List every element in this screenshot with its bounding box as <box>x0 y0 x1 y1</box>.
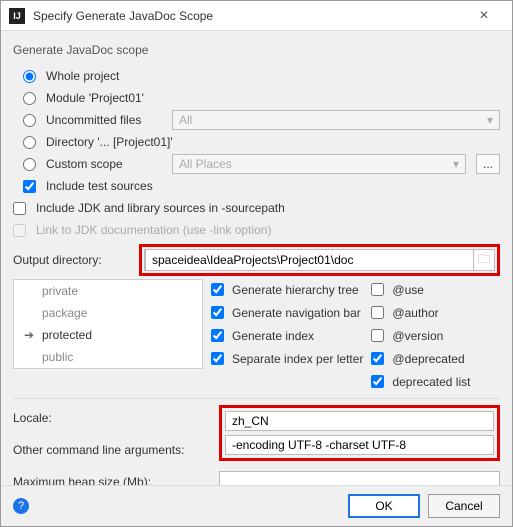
access-level-list[interactable]: private package ➔protected public <box>13 279 203 369</box>
custom-combo[interactable]: All Places ▾ <box>172 154 466 174</box>
locale-highlight <box>219 405 500 461</box>
help-icon[interactable]: ? <box>13 498 29 514</box>
access-public[interactable]: public <box>14 346 202 368</box>
window-title: Specify Generate JavaDoc Scope <box>33 9 464 23</box>
check-version[interactable]: @version <box>371 325 470 346</box>
check-hierarchy[interactable]: Generate hierarchy tree <box>211 279 363 300</box>
check-author[interactable]: @author <box>371 302 470 323</box>
check-link-jdk-label: Link to JDK documentation (use -link opt… <box>36 223 271 237</box>
content-area: Generate JavaDoc scope Whole project Mod… <box>1 31 512 485</box>
radio-directory[interactable]: Directory '... [Project01]' <box>23 131 500 153</box>
check-include-tests-input[interactable] <box>23 180 36 193</box>
check-separate-index[interactable]: Separate index per letter <box>211 348 363 369</box>
folder-icon[interactable]: 🗀 <box>474 250 494 271</box>
check-include-tests[interactable]: Include test sources <box>23 175 500 197</box>
close-icon[interactable]: × <box>464 7 504 25</box>
radio-whole-project-input[interactable] <box>23 70 36 83</box>
radio-custom-label: Custom scope <box>46 157 166 171</box>
radio-uncommitted-input[interactable] <box>23 114 36 127</box>
separator <box>13 398 500 399</box>
custom-scope-browse-button[interactable]: ... <box>476 154 500 174</box>
generate-options-col: Generate hierarchy tree Generate navigat… <box>211 279 363 392</box>
radio-whole-project-label: Whole project <box>46 69 119 83</box>
check-include-jdk-label: Include JDK and library sources in -sour… <box>36 201 285 215</box>
check-use[interactable]: @use <box>371 279 470 300</box>
tag-options-col: @use @author @version @deprecated deprec… <box>371 279 470 392</box>
radio-module[interactable]: Module 'Project01' <box>23 87 500 109</box>
check-include-jdk-input[interactable] <box>13 202 26 215</box>
check-link-jdk-input <box>13 224 26 237</box>
uncommitted-combo[interactable]: All ▾ <box>172 110 500 130</box>
output-directory-label: Output directory: <box>13 253 133 267</box>
radio-custom[interactable]: Custom scope All Places ▾ ... <box>23 153 500 175</box>
check-link-jdk: Link to JDK documentation (use -link opt… <box>13 219 500 241</box>
cancel-button[interactable]: Cancel <box>428 494 500 518</box>
locale-input[interactable] <box>225 411 494 431</box>
output-directory-highlight: 🗀 <box>139 244 500 276</box>
args-label: Other command line arguments: <box>13 443 213 457</box>
check-index[interactable]: Generate index <box>211 325 363 346</box>
locale-label: Locale: <box>13 411 213 425</box>
radio-custom-input[interactable] <box>23 158 36 171</box>
access-private[interactable]: private <box>14 280 202 302</box>
chevron-down-icon: ▾ <box>453 157 459 171</box>
check-include-jdk[interactable]: Include JDK and library sources in -sour… <box>13 197 500 219</box>
ok-button[interactable]: OK <box>348 494 420 518</box>
radio-uncommitted[interactable]: Uncommitted files All ▾ <box>23 109 500 131</box>
heap-input[interactable] <box>219 471 500 485</box>
heap-label: Maximum heap size (Mb): <box>13 475 213 485</box>
output-directory-row: Output directory: 🗀 <box>13 247 500 273</box>
access-protected[interactable]: ➔protected <box>14 324 202 346</box>
app-icon: IJ <box>9 8 25 24</box>
args-input[interactable] <box>225 435 494 455</box>
access-package[interactable]: package <box>14 302 202 324</box>
radio-directory-label: Directory '... [Project01]' <box>46 135 173 149</box>
output-directory-field[interactable]: 🗀 <box>144 249 495 271</box>
check-deprecated-list[interactable]: deprecated list <box>371 371 470 392</box>
radio-uncommitted-label: Uncommitted files <box>46 113 166 127</box>
generation-options-area: private package ➔protected public Genera… <box>13 279 500 392</box>
check-deprecated[interactable]: @deprecated <box>371 348 470 369</box>
check-include-tests-label: Include test sources <box>46 179 153 193</box>
radio-module-input[interactable] <box>23 92 36 105</box>
titlebar: IJ Specify Generate JavaDoc Scope × <box>1 1 512 31</box>
arrow-icon: ➔ <box>24 328 34 342</box>
locale-args-area: Locale: Other command line arguments: <box>13 405 500 461</box>
scope-section-title: Generate JavaDoc scope <box>13 43 500 57</box>
radio-whole-project[interactable]: Whole project <box>23 65 500 87</box>
check-navbar[interactable]: Generate navigation bar <box>211 302 363 323</box>
radio-directory-input[interactable] <box>23 136 36 149</box>
uncommitted-combo-value: All <box>179 113 192 127</box>
footer: ? OK Cancel <box>1 485 512 526</box>
output-directory-input[interactable] <box>145 249 474 271</box>
custom-combo-value: All Places <box>179 157 232 171</box>
dialog-window: IJ Specify Generate JavaDoc Scope × Gene… <box>0 0 513 527</box>
radio-module-label: Module 'Project01' <box>46 91 144 105</box>
heap-row: Maximum heap size (Mb): <box>13 469 500 485</box>
chevron-down-icon: ▾ <box>487 113 493 127</box>
